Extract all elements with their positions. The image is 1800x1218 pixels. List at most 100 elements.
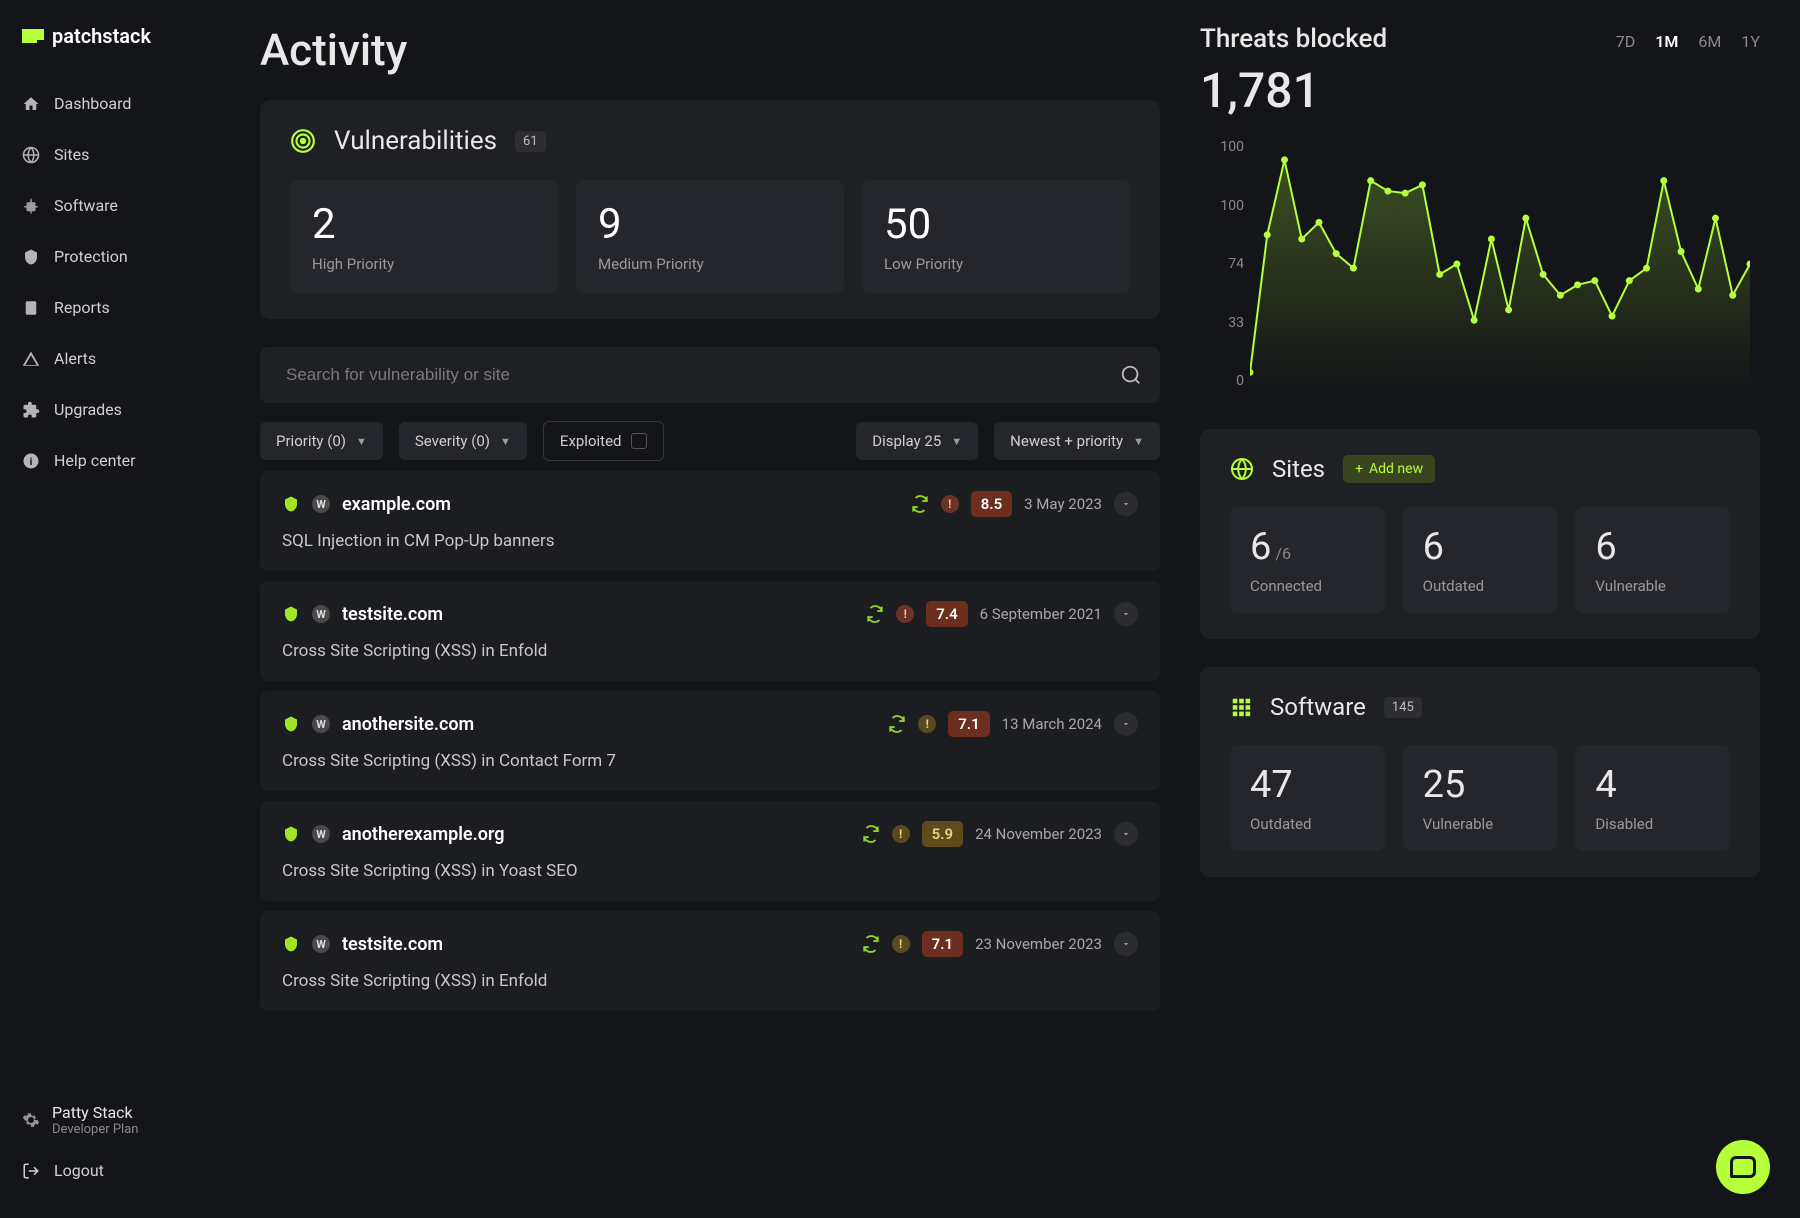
expand-button[interactable] — [1114, 492, 1138, 516]
stat-box[interactable]: 50 Low Priority — [862, 180, 1130, 293]
plus-icon: + — [1355, 461, 1363, 477]
logout-button[interactable]: Logout — [0, 1147, 220, 1194]
warning-icon: ! — [941, 495, 959, 513]
vulnerability-row[interactable]: W testsite.com ! 7.1 23 November 2023 Cr… — [260, 911, 1160, 1011]
site-stat-box[interactable]: 6 Vulnerable — [1575, 507, 1730, 613]
software-stat-box[interactable]: 47 Outdated — [1230, 745, 1385, 851]
search-input[interactable] — [278, 347, 1120, 403]
warning-icon: ! — [892, 935, 910, 953]
y-tick: 100 — [1200, 198, 1244, 214]
stat-box[interactable]: 9 Medium Priority — [576, 180, 844, 293]
cvss-score-badge: 5.9 — [922, 821, 963, 847]
checkbox-icon[interactable] — [631, 433, 647, 449]
nav-reports[interactable]: Reports — [0, 282, 220, 333]
nav-label: Dashboard — [54, 94, 131, 113]
stat-box[interactable]: 2 High Priority — [290, 180, 558, 293]
chat-fab[interactable] — [1716, 1140, 1770, 1194]
vulnerabilities-card: Vulnerabilities 61 2 High Priority 9 Med… — [260, 100, 1160, 319]
info-icon: i — [22, 452, 40, 470]
expand-button[interactable] — [1114, 712, 1138, 736]
stat-label: Low Priority — [884, 255, 1108, 273]
nav-protection[interactable]: Protection — [0, 231, 220, 282]
chevron-down-icon: ▼ — [951, 435, 962, 448]
refresh-icon[interactable] — [866, 605, 884, 623]
logo[interactable]: patchstack — [0, 24, 220, 78]
nav-software[interactable]: Software — [0, 180, 220, 231]
vulnerability-row[interactable]: W testsite.com ! 7.4 6 September 2021 Cr… — [260, 581, 1160, 681]
range-tabs: 7D 1M 6M 1Y — [1616, 32, 1760, 51]
add-site-button[interactable]: + Add new — [1343, 455, 1435, 483]
vuln-description: SQL Injection in CM Pop-Up banners — [282, 531, 1138, 551]
nav-alerts[interactable]: Alerts — [0, 333, 220, 384]
search-icon[interactable] — [1120, 364, 1142, 386]
vulnerability-row[interactable]: W example.com ! 8.5 3 May 2023 SQL Injec… — [260, 471, 1160, 571]
filter-priority[interactable]: Priority (0)▼ — [260, 422, 383, 460]
vulnerability-list: W example.com ! 8.5 3 May 2023 SQL Injec… — [260, 471, 1160, 1011]
nav-help[interactable]: i Help center — [0, 435, 220, 486]
y-tick: 74 — [1200, 256, 1244, 272]
software-card: Software 145 47 Outdated 25 Vulnerable 4… — [1200, 667, 1760, 877]
y-tick: 0 — [1200, 373, 1244, 389]
stat-sub: /6 — [1275, 544, 1291, 563]
cvss-score-badge: 7.1 — [922, 931, 963, 957]
range-tab-6M[interactable]: 6M — [1698, 32, 1721, 51]
shield-check-icon — [282, 825, 300, 843]
logout-label: Logout — [54, 1161, 104, 1180]
shield-check-icon — [282, 715, 300, 733]
filter-sort[interactable]: Newest + priority▼ — [994, 422, 1160, 460]
nav-label: Software — [54, 196, 118, 215]
nav-dashboard[interactable]: Dashboard — [0, 78, 220, 129]
shield-check-icon — [282, 605, 300, 623]
nav-upgrades[interactable]: Upgrades — [0, 384, 220, 435]
wordpress-icon: W — [312, 935, 330, 953]
vuln-domain: testsite.com — [342, 604, 443, 625]
shield-check-icon — [282, 935, 300, 953]
vuln-domain: example.com — [342, 494, 451, 515]
sites-card: Sites + Add new 6/6 Connected 6 Outdated… — [1200, 429, 1760, 639]
site-stat-box[interactable]: 6 Outdated — [1403, 507, 1558, 613]
clipboard-icon — [22, 299, 40, 317]
target-icon — [290, 128, 316, 154]
range-tab-7D[interactable]: 7D — [1616, 32, 1636, 51]
nav-label: Alerts — [54, 349, 96, 368]
stat-number: 9 — [598, 200, 822, 249]
stat-label: Vulnerable — [1423, 815, 1538, 833]
expand-button[interactable] — [1114, 602, 1138, 626]
range-tab-1M[interactable]: 1M — [1655, 32, 1678, 51]
stat-label: Medium Priority — [598, 255, 822, 273]
filters-row: Priority (0)▼ Severity (0)▼ Exploited Di… — [260, 421, 1160, 461]
software-stat-box[interactable]: 4 Disabled — [1575, 745, 1730, 851]
site-stat-box[interactable]: 6/6 Connected — [1230, 507, 1385, 613]
nav-label: Upgrades — [54, 400, 122, 419]
stat-label: Vulnerable — [1595, 577, 1710, 595]
user-block[interactable]: Patty Stack Developer Plan — [0, 1093, 220, 1147]
svg-text:i: i — [30, 454, 33, 467]
home-icon — [22, 95, 40, 113]
vuln-date: 3 May 2023 — [1024, 495, 1102, 513]
filter-severity[interactable]: Severity (0)▼ — [399, 422, 527, 460]
stat-label: High Priority — [312, 255, 536, 273]
filter-display[interactable]: Display 25▼ — [856, 422, 978, 460]
nav: Dashboard Sites Software Protection Repo… — [0, 78, 220, 1093]
wordpress-icon: W — [312, 715, 330, 733]
vulnerability-row[interactable]: W anothersite.com ! 7.1 13 March 2024 Cr… — [260, 691, 1160, 791]
expand-button[interactable] — [1114, 822, 1138, 846]
refresh-icon[interactable] — [862, 825, 880, 843]
vuln-date: 24 November 2023 — [975, 825, 1102, 843]
refresh-icon[interactable] — [888, 715, 906, 733]
nav-sites[interactable]: Sites — [0, 129, 220, 180]
refresh-icon[interactable] — [862, 935, 880, 953]
nav-label: Help center — [54, 451, 136, 470]
vuln-title: Vulnerabilities — [334, 126, 497, 156]
brand-text: patchstack — [52, 24, 151, 48]
range-tab-1Y[interactable]: 1Y — [1741, 32, 1760, 51]
expand-button[interactable] — [1114, 932, 1138, 956]
software-stat-box[interactable]: 25 Vulnerable — [1403, 745, 1558, 851]
shield-icon — [22, 248, 40, 266]
cvss-score-badge: 8.5 — [971, 491, 1012, 517]
stat-number: 6 — [1423, 525, 1444, 569]
filter-exploited[interactable]: Exploited — [543, 421, 665, 461]
refresh-icon[interactable] — [911, 495, 929, 513]
vulnerability-row[interactable]: W anotherexample.org ! 5.9 24 November 2… — [260, 801, 1160, 901]
stat-number: 6 — [1250, 525, 1271, 569]
